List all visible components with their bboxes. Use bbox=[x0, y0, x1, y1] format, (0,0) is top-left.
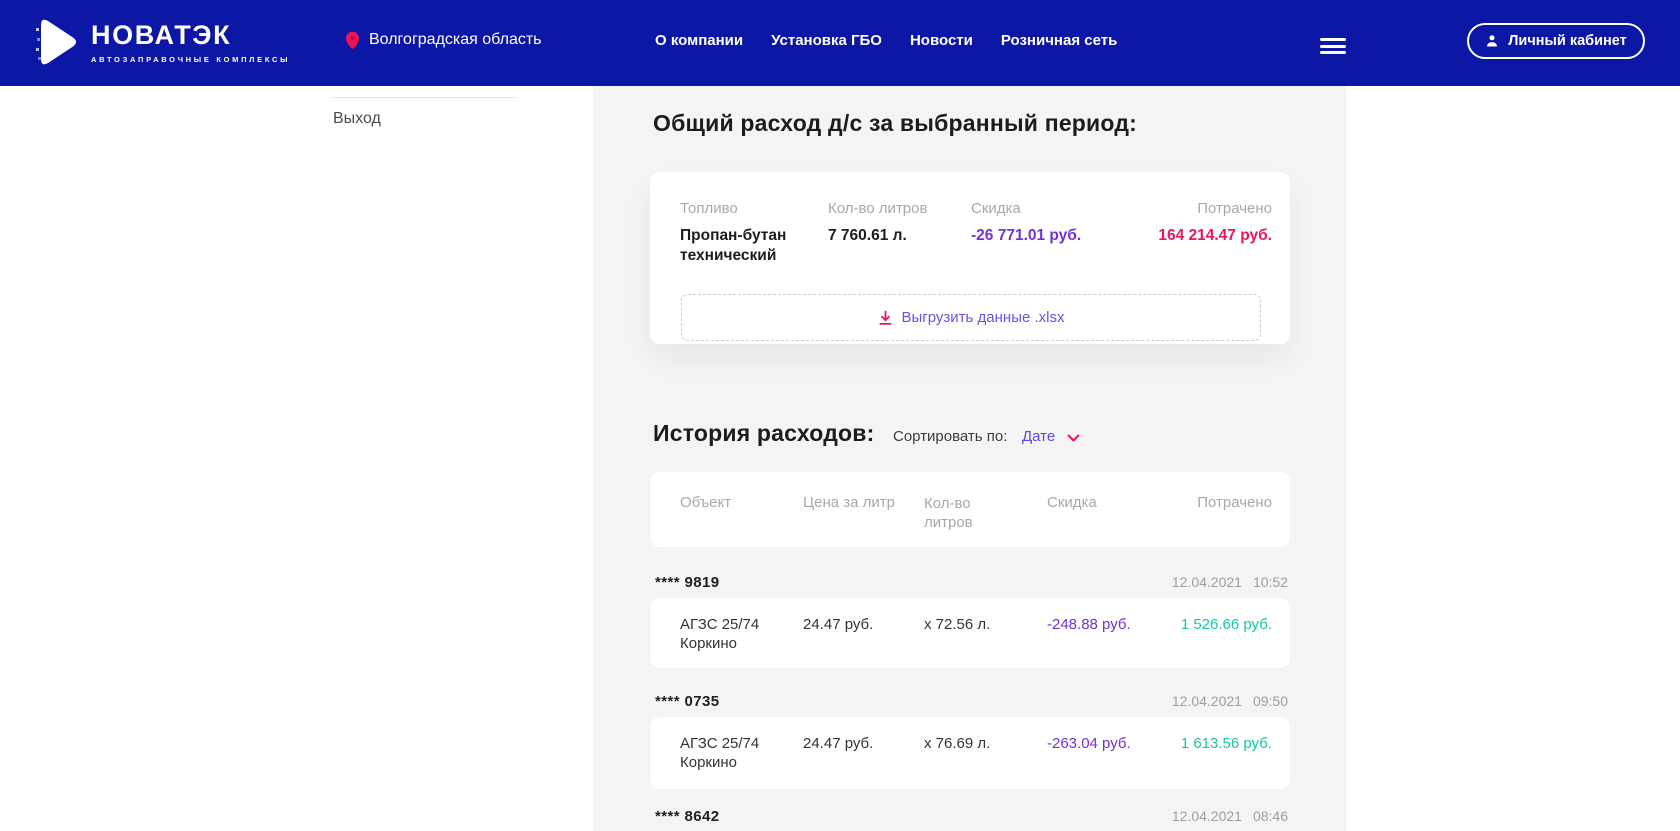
map-pin-icon bbox=[345, 31, 360, 50]
transaction-datetime: 12.04.2021 09:50 bbox=[1172, 693, 1288, 709]
history-col-object: Объект bbox=[680, 494, 731, 511]
summary-col-liters: Кол-во литров bbox=[828, 200, 927, 217]
export-xlsx-label: Выгрузить данные .xlsx bbox=[902, 309, 1065, 326]
transaction-time: 09:50 bbox=[1253, 693, 1288, 709]
region-selector[interactable]: Волгоградская область bbox=[345, 0, 542, 80]
summary-title: Общий расход д/с за выбранный период: bbox=[653, 110, 1137, 137]
transaction-time: 10:52 bbox=[1253, 574, 1288, 590]
summary-fuel-value: Пропан-бутан технический bbox=[680, 226, 820, 266]
export-xlsx-button[interactable]: Выгрузить данные .xlsx bbox=[681, 294, 1261, 341]
history-col-discount: Скидка bbox=[1047, 494, 1097, 511]
transaction-meta: **** 0735 12.04.2021 09:50 bbox=[655, 693, 1288, 710]
nav-item-news[interactable]: Новости bbox=[910, 32, 973, 49]
summary-spent-value: 164 214.47 руб. bbox=[1158, 226, 1272, 246]
history-title: История расходов: bbox=[653, 420, 874, 447]
card-number: **** 0735 bbox=[655, 693, 720, 710]
transaction-meta: **** 9819 12.04.2021 10:52 bbox=[655, 574, 1288, 591]
top-navbar: НОВАТЭК АВТОЗАПРАВОЧНЫЕ КОМПЛЕКСЫ Волгог… bbox=[0, 0, 1680, 86]
history-col-spent: Потрачено bbox=[1197, 494, 1272, 511]
transaction-date: 12.04.2021 bbox=[1172, 693, 1242, 709]
summary-col-fuel: Топливо bbox=[680, 200, 738, 217]
download-icon bbox=[878, 310, 893, 326]
chevron-down-icon[interactable] bbox=[1067, 434, 1080, 442]
sidebar: Выход bbox=[0, 86, 593, 831]
transaction-card: АГЗС 25/74 Коркино 24.47 руб. х 76.69 л.… bbox=[650, 717, 1290, 789]
history-col-price: Цена за литр bbox=[803, 494, 895, 511]
history-col-qty: Кол-во литров bbox=[924, 494, 1004, 532]
card-number: **** 9819 bbox=[655, 574, 720, 591]
txn-total: 1 526.66 руб. bbox=[1181, 615, 1272, 634]
main-content: Общий расход д/с за выбранный период: То… bbox=[593, 86, 1346, 831]
summary-liters-value: 7 760.61 л. bbox=[828, 226, 907, 246]
nav-item-gbo[interactable]: Установка ГБО bbox=[771, 32, 882, 49]
brand-logo[interactable]: НОВАТЭК АВТОЗАПРАВОЧНЫЕ КОМПЛЕКСЫ bbox=[34, 14, 290, 70]
transaction-card: АГЗС 25/74 Коркино 24.47 руб. х 72.56 л.… bbox=[650, 598, 1290, 668]
brand-name: НОВАТЭК bbox=[91, 20, 290, 50]
txn-discount: -263.04 руб. bbox=[1047, 734, 1131, 753]
txn-price: 24.47 руб. bbox=[803, 734, 873, 753]
history-header-card: Объект Цена за литр Кол-во литров Скидка… bbox=[650, 472, 1290, 547]
txn-object: АГЗС 25/74 Коркино bbox=[680, 734, 798, 772]
summary-col-spent: Потрачено bbox=[1197, 200, 1272, 217]
txn-discount: -248.88 руб. bbox=[1047, 615, 1131, 634]
account-button[interactable]: Личный кабинет bbox=[1467, 23, 1645, 59]
brand-tagline: АВТОЗАПРАВОЧНЫЕ КОМПЛЕКСЫ bbox=[91, 55, 290, 64]
summary-col-discount: Скидка bbox=[971, 200, 1021, 217]
transaction-meta: **** 8642 12.04.2021 08:46 bbox=[655, 808, 1288, 825]
play-triangle-logo-icon bbox=[34, 14, 80, 70]
region-label: Волгоградская область bbox=[369, 31, 542, 49]
txn-object: АГЗС 25/74 Коркино bbox=[680, 615, 798, 653]
summary-card: Топливо Кол-во литров Скидка Потрачено П… bbox=[650, 172, 1290, 344]
nav-item-retail[interactable]: Розничная сеть bbox=[1001, 32, 1117, 49]
logout-link[interactable]: Выход bbox=[333, 110, 381, 128]
transaction-time: 08:46 bbox=[1253, 808, 1288, 824]
main-nav: О компании Установка ГБО Новости Розничн… bbox=[655, 0, 1117, 80]
summary-discount-value: -26 771.01 руб. bbox=[971, 226, 1081, 246]
sort-by-value[interactable]: Дате bbox=[1022, 428, 1055, 445]
txn-total: 1 613.56 руб. bbox=[1181, 734, 1272, 753]
txn-qty: х 72.56 л. bbox=[924, 615, 990, 634]
hamburger-icon[interactable] bbox=[1318, 36, 1348, 56]
sort-by-label: Сортировать по: bbox=[893, 428, 1007, 445]
transaction-date: 12.04.2021 bbox=[1172, 574, 1242, 590]
transaction-date: 12.04.2021 bbox=[1172, 808, 1242, 824]
card-number: **** 8642 bbox=[655, 808, 720, 825]
transaction-datetime: 12.04.2021 10:52 bbox=[1172, 574, 1288, 590]
account-button-label: Личный кабинет bbox=[1508, 33, 1627, 49]
transaction-datetime: 12.04.2021 08:46 bbox=[1172, 808, 1288, 824]
sidebar-divider bbox=[333, 97, 515, 98]
nav-item-company[interactable]: О компании bbox=[655, 32, 743, 49]
user-icon bbox=[1485, 34, 1499, 48]
txn-qty: х 76.69 л. bbox=[924, 734, 990, 753]
txn-price: 24.47 руб. bbox=[803, 615, 873, 634]
